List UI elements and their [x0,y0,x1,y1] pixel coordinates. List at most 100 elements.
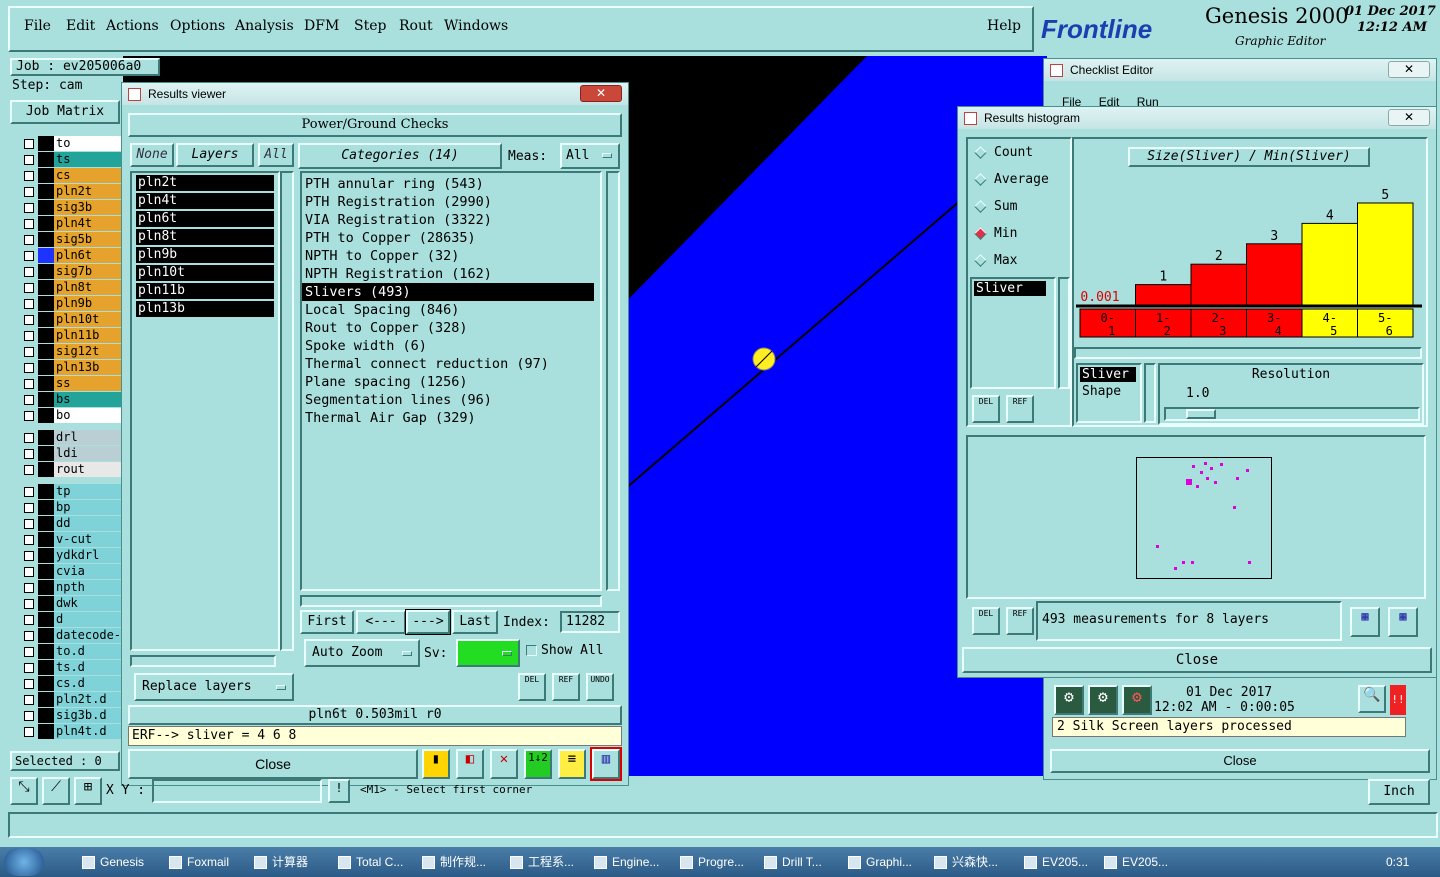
layer-row[interactable]: drl [14,430,126,445]
layer-name[interactable]: ts [54,152,126,167]
layer-list-item[interactable]: pln6t [136,211,274,227]
layer-name[interactable]: pln8t [54,280,126,295]
taskbar-item[interactable]: Graphi... [844,851,928,874]
layer-swatch[interactable] [38,708,54,723]
units-button[interactable]: Inch [1368,779,1430,805]
stop-icon[interactable]: ⚙ [1122,685,1152,715]
layer-name[interactable]: bo [54,408,126,423]
layer-checkbox[interactable] [24,465,34,475]
menu-file[interactable]: File [24,18,51,34]
slider-thumb[interactable] [1186,409,1216,419]
taskbar-item[interactable]: Drill T... [760,851,844,874]
layer-row[interactable]: pln2t.d [14,692,126,707]
categories-list-vscroll[interactable] [606,171,620,591]
taskbar-item[interactable]: Engine... [590,851,674,874]
layer-name[interactable]: sig12t [54,344,126,359]
layer-checkbox[interactable] [24,411,34,421]
prev-button[interactable]: <--- [356,610,406,634]
layer-name[interactable]: ldi [54,446,126,461]
resolution-slider[interactable] [1164,407,1420,421]
erase-icon[interactable]: ✕ [490,749,518,779]
taskbar-item[interactable]: 制作规... [418,851,502,874]
del-icon[interactable]: DEL [518,673,546,701]
stat-radio-count[interactable]: Count [972,143,1070,170]
layer-row[interactable]: npth [14,580,126,595]
layer-swatch[interactable] [38,430,54,445]
layer-row[interactable]: pln6t [14,248,126,263]
ref-icon[interactable]: REF [1006,607,1034,635]
layer-swatch[interactable] [38,152,54,167]
taskbar-item[interactable]: Foxmail [165,851,249,874]
layer-checkbox[interactable] [24,449,34,459]
category-item[interactable]: Plane spacing (1256) [302,373,594,391]
layer-name[interactable]: bp [54,500,126,515]
layer-row[interactable]: pln8t [14,280,126,295]
layer-name[interactable]: ts.d [54,660,126,675]
layer-swatch[interactable] [38,462,54,477]
layer-name[interactable]: bs [54,392,126,407]
menu-step[interactable]: Step [354,18,386,34]
layer-swatch[interactable] [38,660,54,675]
layer-swatch[interactable] [38,724,54,739]
layer-checkbox[interactable] [24,727,34,737]
last-button[interactable]: Last [452,610,498,634]
layer-row[interactable]: bs [14,392,126,407]
category-item[interactable]: Thermal Air Gap (329) [302,409,594,427]
layer-name[interactable]: to.d [54,644,126,659]
layer-swatch[interactable] [38,216,54,231]
layer-name[interactable]: cvia [54,564,126,579]
layer-checkbox[interactable] [24,615,34,625]
layer-swatch[interactable] [38,564,54,579]
layer-name[interactable]: pln13b [54,360,126,375]
layer-row[interactable]: ts.d [14,660,126,675]
layer-row[interactable]: v-cut [14,532,126,547]
layer-list-item[interactable]: pln10t [136,265,274,281]
layer-row[interactable]: bp [14,500,126,515]
layer-list-item[interactable]: pln8t [136,229,274,245]
layers-list-hscroll[interactable] [130,655,276,667]
taskbar-item[interactable]: 工程系... [506,851,590,874]
layer-swatch[interactable] [38,500,54,515]
layer-row[interactable]: sig3b [14,200,126,215]
info-icon[interactable]: ! [328,779,350,803]
layer-checkbox[interactable] [24,299,34,309]
layer-swatch[interactable] [38,612,54,627]
layer-list-item[interactable]: pln2t [136,175,274,191]
layer-swatch[interactable] [38,168,54,183]
next-button[interactable]: ---> [405,609,451,635]
taskbar-item[interactable]: Genesis [78,851,164,874]
menu-windows[interactable]: Windows [444,18,508,34]
sv-color-dropdown[interactable] [456,639,520,667]
start-icon[interactable] [4,848,44,876]
layer-checkbox[interactable] [24,203,34,213]
layer-row[interactable]: bo [14,408,126,423]
layer-swatch[interactable] [38,596,54,611]
layer-swatch[interactable] [38,580,54,595]
taskbar-item[interactable]: 计算器 [250,851,334,874]
layer-name[interactable]: sig7b [54,264,126,279]
stat-radio-min[interactable]: Min [972,224,1070,251]
layer-row[interactable]: cs [14,168,126,183]
category-item[interactable]: Rout to Copper (328) [302,319,594,337]
layer-checkbox[interactable] [24,663,34,673]
histogram-bar[interactable] [1246,243,1303,306]
layer-checkbox[interactable] [24,711,34,721]
menu-edit[interactable]: Edit [66,18,95,34]
layer-checkbox[interactable] [24,155,34,165]
taskbar-item[interactable]: Total C... [334,851,418,874]
category-item[interactable]: Slivers (493) [302,283,594,301]
next-result-icon[interactable]: 1↓2 [524,749,552,779]
layer-checkbox[interactable] [24,283,34,293]
layer-swatch[interactable] [38,232,54,247]
zoom-fit-icon[interactable]: ⤡ [10,777,38,805]
import-icon[interactable]: ▦ [1388,607,1418,637]
first-button[interactable]: First [300,610,354,634]
categories-button[interactable]: Categories (14) [298,143,502,169]
layer-row[interactable]: cvia [14,564,126,579]
categories-list[interactable]: PTH annular ring (543) PTH Registration (… [300,171,602,591]
layer-checkbox[interactable] [24,567,34,577]
layer-name[interactable]: v-cut [54,532,126,547]
layer-swatch[interactable] [38,296,54,311]
layer-row[interactable]: ldi [14,446,126,461]
histogram-bar[interactable] [1301,222,1358,306]
